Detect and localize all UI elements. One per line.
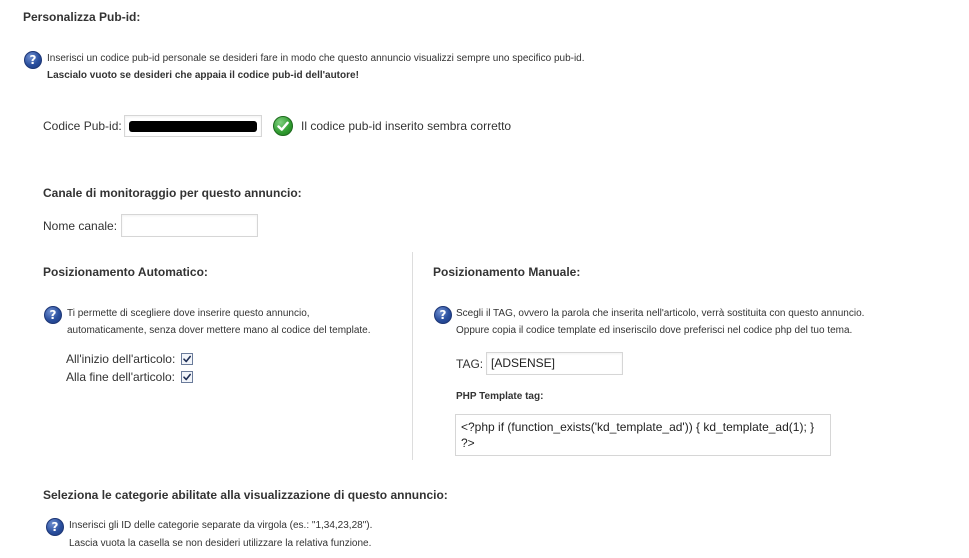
- manual-help-line2: Oppure copia il codice template ed inser…: [456, 325, 853, 336]
- manual-help-line1: Scegli il TAG, ovvero la parola che inse…: [456, 308, 865, 319]
- pubid-help-line2: Lascialo vuoto se desideri che appaia il…: [47, 70, 359, 81]
- auto-option-end-label: Alla fine dell'articolo:: [66, 370, 176, 384]
- categories-help-line2: Lascia vuota la casella se non desideri …: [69, 538, 372, 549]
- tag-label: TAG:: [456, 357, 484, 371]
- auto-section-title: Posizionamento Automatico:: [43, 265, 208, 279]
- auto-help-line2: automaticamente, senza dover mettere man…: [67, 325, 371, 336]
- channel-field-label: Nome canale:: [43, 219, 118, 233]
- auto-option-start-checkbox[interactable]: [181, 353, 193, 365]
- categories-section-title: Seleziona le categorie abilitate alla vi…: [43, 488, 448, 502]
- auto-option-start-label: All'inizio dell'articolo:: [66, 352, 176, 366]
- channel-input[interactable]: [121, 214, 258, 237]
- column-divider: [412, 252, 413, 460]
- pubid-section-title: Personalizza Pub-id:: [23, 10, 141, 24]
- manual-section-title: Posizionamento Manuale:: [433, 265, 581, 279]
- php-template-title: PHP Template tag:: [456, 391, 544, 402]
- pubid-input[interactable]: pub-2746797830986587: [124, 115, 262, 137]
- pubid-help-line1: Inserisci un codice pub-id personale se …: [47, 53, 585, 64]
- tag-input[interactable]: [ADSENSE]: [486, 352, 623, 375]
- help-icon: ?: [24, 51, 42, 69]
- pubid-field-label: Codice Pub-id:: [43, 119, 122, 133]
- php-template-code[interactable]: <?php if (function_exists('kd_template_a…: [455, 414, 831, 456]
- pubid-status-text: Il codice pub-id inserito sembra corrett…: [301, 119, 512, 133]
- auto-help-line1: Ti permette di scegliere dove inserire q…: [67, 308, 310, 319]
- categories-help-line1: Inserisci gli ID delle categorie separat…: [69, 520, 373, 531]
- redaction-mark: [129, 121, 257, 132]
- auto-option-end-checkbox[interactable]: [181, 371, 193, 383]
- help-icon: ?: [44, 306, 62, 324]
- help-icon: ?: [434, 306, 452, 324]
- check-icon: [273, 116, 293, 136]
- channel-section-title: Canale di monitoraggio per questo annunc…: [43, 186, 302, 200]
- help-icon: ?: [46, 518, 64, 536]
